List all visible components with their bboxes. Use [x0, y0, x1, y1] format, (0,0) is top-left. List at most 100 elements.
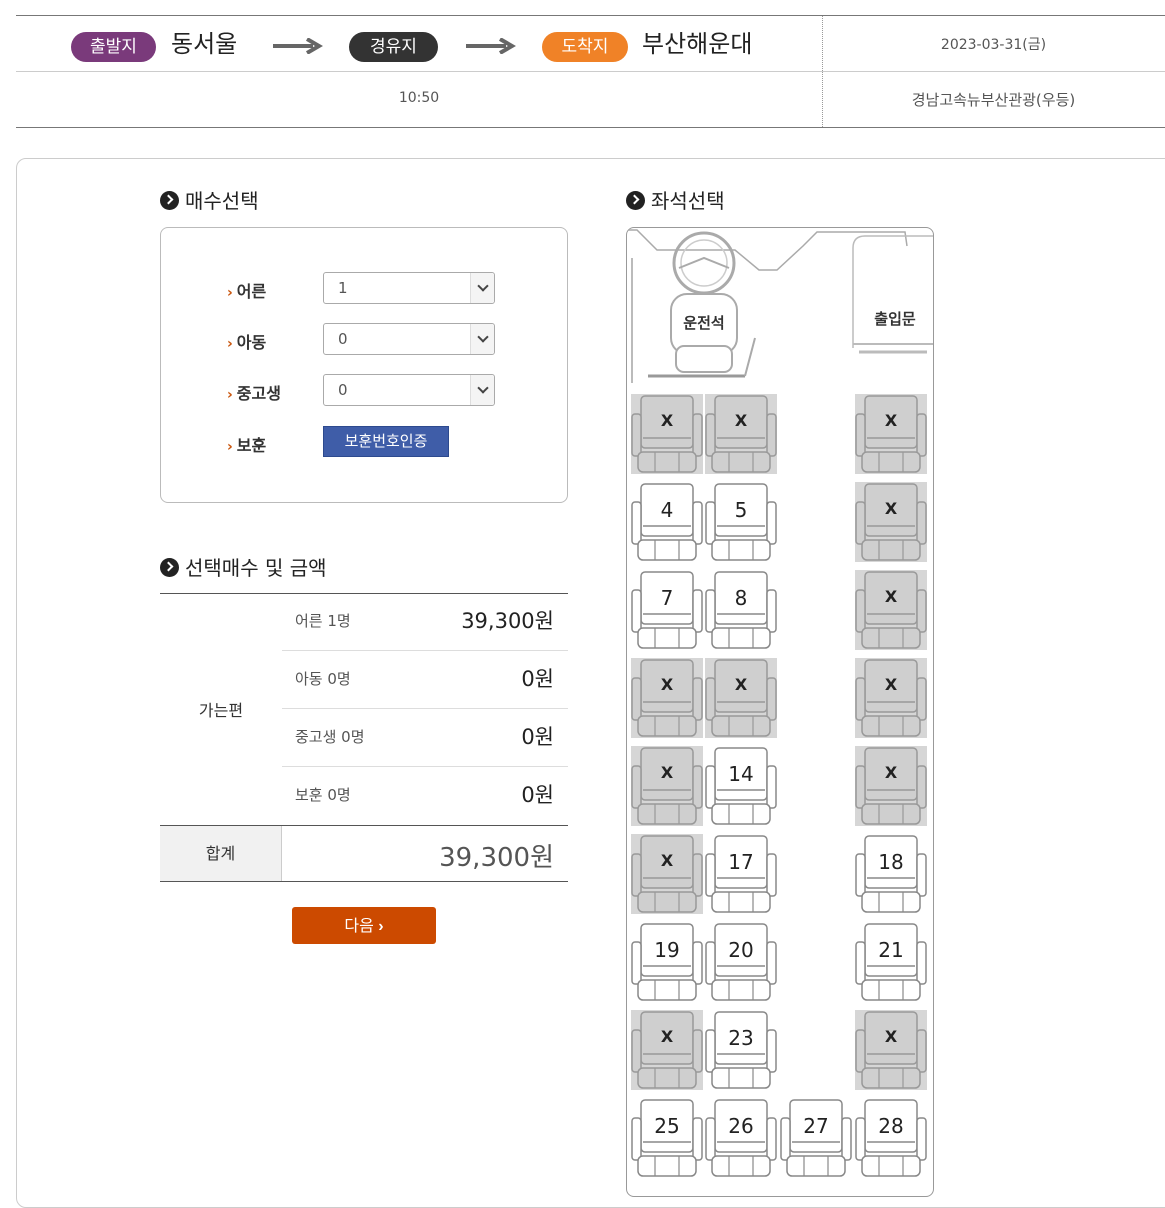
chevron-right-icon: › — [378, 918, 384, 935]
seat-number: 21 — [878, 938, 904, 962]
driver-seat-label: 운전석 — [683, 314, 724, 332]
seat-sold: X — [855, 482, 927, 562]
count-label: 아동 — [236, 333, 267, 352]
seat-number: X — [884, 675, 898, 694]
chevron-down-icon — [470, 324, 494, 354]
bullet-arrow-icon — [160, 558, 179, 577]
count-row-veteran: › 보훈 보훈번호인증 — [227, 426, 527, 458]
seat-available[interactable]: 26 — [705, 1098, 777, 1178]
departure-badge: 출발지 — [71, 32, 156, 62]
seat-available[interactable]: 17 — [705, 834, 777, 914]
seat-available[interactable]: 18 — [855, 834, 927, 914]
chevron-down-icon — [470, 273, 494, 303]
seat-available[interactable]: 27 — [780, 1098, 852, 1178]
seat-number: X — [660, 763, 674, 782]
seat-number: X — [734, 675, 748, 694]
departure-date: 2023-03-31(금) — [940, 37, 1047, 53]
seat-number: X — [884, 763, 898, 782]
trip-direction-label: 가는편 — [198, 701, 244, 720]
bus-company: 경남고속뉴부산관광(우등) — [911, 91, 1076, 109]
seat-number: 23 — [728, 1026, 754, 1050]
seat-number: 19 — [654, 938, 680, 962]
child-count-select[interactable]: 0 — [323, 323, 495, 355]
seat-sold: X — [705, 658, 777, 738]
count-label: 중고생 — [236, 384, 281, 403]
seat-number: X — [884, 499, 898, 518]
arrival-terminal: 부산해운대 — [642, 30, 753, 58]
seat-sold: X — [855, 1010, 927, 1090]
seat-sold: X — [855, 570, 927, 650]
departure-terminal: 동서울 — [171, 30, 238, 58]
seat-number: 27 — [803, 1114, 829, 1138]
seat-number: X — [660, 1027, 674, 1046]
total-label: 합계 — [160, 826, 282, 881]
veteran-verify-button[interactable]: 보훈번호인증 — [323, 426, 449, 457]
entrance-door-icon — [852, 235, 933, 354]
bullet-arrow-icon — [160, 191, 179, 210]
seat-available[interactable]: 23 — [705, 1010, 777, 1090]
seat-number: 28 — [878, 1114, 904, 1138]
seat-number: X — [660, 851, 674, 870]
seat-number: 18 — [878, 850, 904, 874]
seat-sold: X — [705, 394, 777, 474]
seat-map: 운전석 출입문 X X X 4 5 X 7 8 X X X X X 14 X X 17 18 19 20 21 X 23 X 2… — [626, 227, 934, 1197]
seat-number: 4 — [660, 498, 674, 522]
divider — [822, 16, 823, 127]
seat-number: 14 — [728, 762, 754, 786]
fare-line-adult: 어른 1명 39,300원 — [282, 593, 568, 651]
seat-available[interactable]: 4 — [631, 482, 703, 562]
count-label: 어른 — [236, 282, 267, 301]
fare-line-student: 중고생 0명 0원 — [282, 709, 568, 767]
seat-available[interactable]: 5 — [705, 482, 777, 562]
seat-number: X — [884, 411, 898, 430]
entrance-label: 출입문 — [874, 310, 916, 328]
chevron-right-icon: › — [227, 285, 233, 301]
schedule-row: 10:50 경남고속뉴부산관광(우등) — [16, 72, 1165, 128]
seat-available[interactable]: 8 — [705, 570, 777, 650]
seat-number: 25 — [654, 1114, 680, 1138]
chevron-right-icon: › — [227, 336, 233, 352]
seat-number: X — [884, 1027, 898, 1046]
arrow-right-icon — [466, 38, 516, 54]
fare-total-row: 합계 39,300원 — [160, 825, 568, 882]
seat-number: 8 — [734, 586, 748, 610]
seat-number: X — [734, 411, 748, 430]
seat-available[interactable]: 21 — [855, 922, 927, 1002]
count-section-title: 매수선택 — [160, 189, 259, 213]
seat-number: 5 — [734, 498, 748, 522]
count-label: 보훈 — [236, 436, 267, 455]
fare-line-child: 아동 0명 0원 — [282, 651, 568, 709]
departure-time: 10:50 — [398, 90, 440, 106]
count-row-student: › 중고생 0 — [227, 374, 527, 406]
seat-sold: X — [631, 1010, 703, 1090]
seat-number: X — [660, 411, 674, 430]
total-amount: 39,300원 — [439, 843, 554, 873]
ticket-count-box: › 어른 1 › 아동 0 › 중고생 0 › 보훈 보훈번호인증 — [160, 227, 568, 503]
seat-number: 7 — [660, 586, 674, 610]
seat-available[interactable]: 25 — [631, 1098, 703, 1178]
driver-seat-icon — [648, 293, 756, 378]
seat-number: 17 — [728, 850, 754, 874]
booking-panel: 매수선택 › 어른 1 › 아동 0 › 중고생 0 › 보훈 보훈번호인증 선택매수 … — [16, 158, 1165, 1208]
steering-wheel-icon — [672, 231, 736, 295]
bus-front: 운전석 출입문 — [627, 229, 933, 383]
seat-available[interactable]: 20 — [705, 922, 777, 1002]
seat-section-title: 좌석선택 — [626, 189, 725, 213]
seat-sold: X — [855, 658, 927, 738]
adult-count-select[interactable]: 1 — [323, 272, 495, 304]
route-row: 출발지 동서울 경유지 도착지 부산해운대 2023-03-31(금) — [16, 16, 1165, 72]
seat-available[interactable]: 7 — [631, 570, 703, 650]
seat-available[interactable]: 14 — [705, 746, 777, 826]
chevron-right-icon: › — [227, 439, 233, 455]
seat-available[interactable]: 19 — [631, 922, 703, 1002]
next-button[interactable]: 다음 › — [292, 907, 436, 944]
seat-sold: X — [631, 746, 703, 826]
route-header: 출발지 동서울 경유지 도착지 부산해운대 2023-03-31(금) 10:5… — [16, 15, 1165, 128]
seat-available[interactable]: 28 — [855, 1098, 927, 1178]
via-badge: 경유지 — [349, 32, 438, 62]
student-count-select[interactable]: 0 — [323, 374, 495, 406]
summary-section-title: 선택매수 및 금액 — [160, 556, 327, 580]
seat-number: 20 — [728, 938, 754, 962]
fare-line-veteran: 보훈 0명 0원 — [295, 783, 554, 807]
seat-number: 26 — [728, 1114, 754, 1138]
